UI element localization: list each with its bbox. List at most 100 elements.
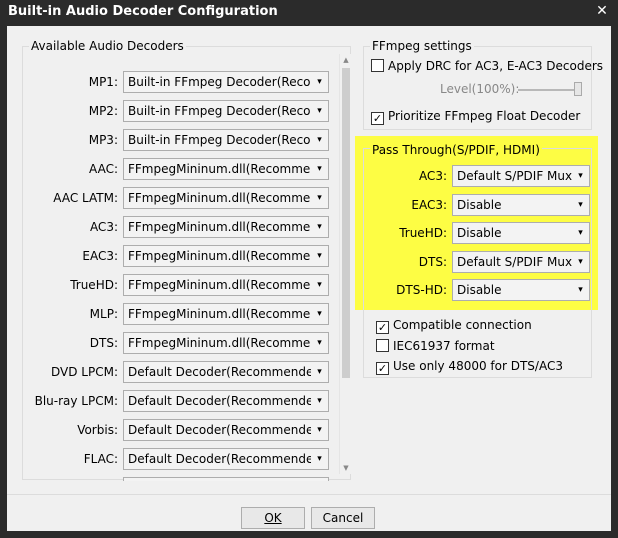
passthrough-group: Pass Through(S/PDIF, HDMI) AC3: Default S… <box>363 143 592 378</box>
decoder-select[interactable]: Default Decoder(Recommended) ▾ <box>123 448 329 470</box>
only48-label: Use only 48000 for DTS/AC3 <box>393 359 563 373</box>
decoder-select[interactable]: FFmpegMininum.dll(Recommended)▾ <box>123 245 329 267</box>
chevron-down-icon[interactable]: ▾ <box>311 188 328 208</box>
iec-label: IEC61937 format <box>393 339 495 353</box>
checkbox-icon[interactable] <box>371 59 384 72</box>
chevron-down-icon[interactable]: ▾ <box>311 362 328 382</box>
chevron-down-icon[interactable]: ▾ <box>311 72 328 92</box>
decoder-select[interactable]: Built-in FFmpeg Decoder(Recommended)▾ <box>123 71 329 93</box>
passthrough-label: AC3: <box>418 169 447 183</box>
decoder-label: MLP: <box>89 307 118 321</box>
only48-checkbox[interactable]: ✓ Use only 48000 for DTS/AC3 <box>376 359 563 375</box>
level-slider[interactable] <box>518 89 582 91</box>
decoder-label: FLAC: <box>83 452 118 466</box>
chevron-down-icon[interactable]: ▾ <box>311 275 328 295</box>
decoder-select[interactable]: Default Decoder(Recommended) ▾ <box>123 361 329 383</box>
decoder-select-value: Default Decoder(Recommended) <box>128 423 311 437</box>
dialog-window: Built-in Audio Decoder Configuration ✕ A… <box>0 0 618 538</box>
passthrough-select[interactable]: Default S/PDIF Muxer ▾ <box>452 165 590 187</box>
decoder-label: Blu-ray LPCM: <box>34 394 118 408</box>
ffmpeg-group-title: FFmpeg settings <box>370 39 474 53</box>
passthrough-select-value: Disable <box>457 226 502 240</box>
decoder-select[interactable]: FFmpegMininum.dll(Recommended)▾ <box>123 332 329 354</box>
passthrough-select-value: Disable <box>457 283 502 297</box>
iec-checkbox[interactable]: IEC61937 format <box>376 339 495 353</box>
title-bar[interactable]: Built-in Audio Decoder Configuration ✕ <box>0 0 618 26</box>
cancel-button[interactable]: Cancel <box>311 507 375 529</box>
scroll-down-icon[interactable]: ▼ <box>340 462 352 474</box>
decoder-label: AAC LATM: <box>53 191 118 205</box>
float-label: Prioritize FFmpeg Float Decoder <box>388 109 581 123</box>
scroll-thumb[interactable] <box>342 68 350 378</box>
passthrough-label: DTS-HD: <box>396 283 447 297</box>
decoder-label: AC3: <box>89 220 118 234</box>
chevron-down-icon[interactable]: ▾ <box>311 391 328 411</box>
checkbox-icon[interactable] <box>376 339 389 352</box>
decoder-select-value: FFmpegMininum.dll(Recommended) <box>128 162 311 176</box>
chevron-down-icon[interactable]: ▾ <box>311 130 328 150</box>
chevron-down-icon[interactable]: ▾ <box>311 333 328 353</box>
passthrough-select-value: Default S/PDIF Muxer <box>457 254 575 269</box>
chevron-down-icon[interactable]: ▾ <box>311 304 328 324</box>
decoder-select-value: FFmpegMininum.dll(Recommended) <box>128 278 311 292</box>
drc-label: Apply DRC for AC3, E-AC3 Decoders <box>388 59 604 73</box>
compatible-label: Compatible connection <box>393 318 532 332</box>
chevron-down-icon[interactable]: ▾ <box>311 101 328 121</box>
decoders-group: Available Audio Decoders MP1: Built-in FF… <box>22 39 351 481</box>
ok-button[interactable]: OK <box>241 507 305 529</box>
decoder-select-value: FFmpegMininum.dll(Recommended) <box>128 220 311 234</box>
decoder-select-value: FFmpegMininum.dll(Recommended) <box>128 336 311 350</box>
decoder-select-partial[interactable] <box>123 477 329 481</box>
decoder-select[interactable]: FFmpegMininum.dll(Recommended)▾ <box>123 158 329 180</box>
compatible-checkbox[interactable]: ✓ Compatible connection <box>376 318 532 334</box>
chevron-down-icon[interactable]: ▾ <box>572 194 589 215</box>
decoders-scrollbar[interactable]: ▲ ▼ <box>339 54 351 474</box>
decoder-select-value: FFmpegMininum.dll(Recommended) <box>128 249 311 263</box>
decoder-select-value: FFmpegMininum.dll(Recommended) <box>128 307 311 321</box>
passthrough-select[interactable]: Disable ▾ <box>452 222 590 244</box>
chevron-down-icon[interactable]: ▾ <box>572 251 589 272</box>
drc-checkbox[interactable]: Apply DRC for AC3, E-AC3 Decoders <box>371 59 603 73</box>
decoder-select-value: FFmpegMininum.dll(Recommended) <box>128 191 311 205</box>
passthrough-select[interactable]: Disable ▾ <box>452 279 590 301</box>
decoder-label: AAC: <box>89 162 118 176</box>
decoder-select[interactable]: Default Decoder(Recommended) ▾ <box>123 419 329 441</box>
chevron-down-icon[interactable]: ▾ <box>572 280 589 300</box>
decoder-select-value: Built-in FFmpeg Decoder(Recommended) <box>128 104 311 118</box>
checkbox-icon[interactable]: ✓ <box>376 362 389 375</box>
checkbox-icon[interactable]: ✓ <box>371 112 384 125</box>
ok-label: OK <box>264 511 282 525</box>
decoder-select-value: Default Decoder(Recommended) <box>128 365 311 379</box>
ffmpeg-group: FFmpeg settings Apply DRC for AC3, E-AC3… <box>363 39 603 130</box>
decoder-select[interactable]: Built-in FFmpeg Decoder(Recommended)▾ <box>123 100 329 122</box>
passthrough-label: TrueHD: <box>399 226 447 240</box>
checkbox-icon[interactable]: ✓ <box>376 321 389 334</box>
decoder-select[interactable]: Built-in FFmpeg Decoder(Recommended)▾ <box>123 129 329 151</box>
level-slider-thumb[interactable] <box>574 82 582 96</box>
decoder-select-value: Default Decoder(Recommended) <box>128 394 311 408</box>
chevron-down-icon[interactable]: ▾ <box>311 159 328 179</box>
decoder-select[interactable]: FFmpegMininum.dll(Recommended)▾ <box>123 187 329 209</box>
passthrough-select-value: Disable <box>457 197 502 212</box>
float-checkbox[interactable]: ✓ Prioritize FFmpeg Float Decoder <box>371 109 580 125</box>
decoder-select[interactable]: FFmpegMininum.dll(Recommended)▾ <box>123 303 329 325</box>
decoder-select[interactable]: Default Decoder(Recommended) ▾ <box>123 390 329 412</box>
passthrough-select[interactable]: Disable ▾ <box>452 193 590 216</box>
passthrough-select[interactable]: Default S/PDIF Muxer ▾ <box>452 250 590 273</box>
close-icon[interactable]: ✕ <box>594 3 610 19</box>
chevron-down-icon[interactable]: ▾ <box>311 420 328 440</box>
decoder-select[interactable]: FFmpegMininum.dll(Recommended)▾ <box>123 216 329 238</box>
scroll-up-icon[interactable]: ▲ <box>340 54 352 66</box>
decoder-select-value: Built-in FFmpeg Decoder(Recommended) <box>128 75 311 89</box>
decoder-label: Vorbis: <box>77 423 118 437</box>
passthrough-label: EAC3: <box>411 197 447 212</box>
decoder-label: MP1: <box>88 75 118 89</box>
chevron-down-icon[interactable]: ▾ <box>311 217 328 237</box>
chevron-down-icon[interactable]: ▾ <box>572 223 589 243</box>
chevron-down-icon[interactable]: ▾ <box>572 166 589 186</box>
chevron-down-icon[interactable]: ▾ <box>311 449 328 469</box>
decoder-select[interactable]: FFmpegMininum.dll(Recommended)▾ <box>123 274 329 296</box>
chevron-down-icon[interactable]: ▾ <box>311 246 328 266</box>
decoder-label: EAC3: <box>82 249 118 263</box>
decoder-select-value: Built-in FFmpeg Decoder(Recommended) <box>128 133 311 147</box>
